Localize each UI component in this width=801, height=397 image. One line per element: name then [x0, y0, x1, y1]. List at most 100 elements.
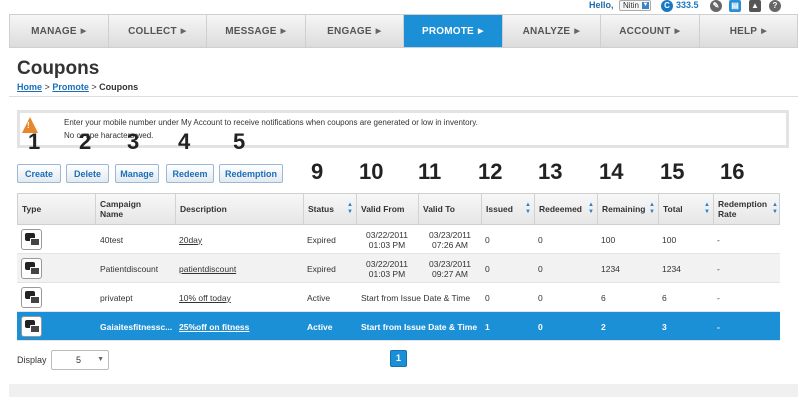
cell-issued: 0	[485, 292, 490, 303]
chevron-down-icon: ▼	[642, 2, 649, 9]
nav-help[interactable]: HELP ▶	[700, 15, 798, 47]
col-campaign-header[interactable]: Campaign Name	[96, 194, 176, 224]
print-icon[interactable]: ▤	[729, 0, 741, 12]
col-total-header[interactable]: Total ▲ ▼	[659, 194, 714, 224]
sort-icon[interactable]: ▲ ▼	[525, 202, 531, 216]
arrow-right-icon: ▶	[761, 28, 767, 35]
header-label: Remaining	[602, 204, 646, 214]
cell-valid-range: Start from Issue Date & Time	[361, 321, 478, 332]
header-label: Valid To	[423, 204, 455, 214]
sort-icon[interactable]: ▲ ▼	[588, 202, 594, 216]
nav-message[interactable]: MESSAGE ▶	[207, 15, 306, 47]
cell-description: 25%off on fitness	[179, 312, 249, 341]
nav-analyze-label: ANALYZE	[522, 25, 571, 37]
cell-issued: 0	[485, 234, 490, 245]
col-redemption-rate-header[interactable]: Redemption Rate ▲ ▼	[714, 194, 781, 224]
delete-button[interactable]: Delete	[66, 164, 109, 183]
sms-coupon-icon	[21, 287, 42, 308]
annotation-number: 13	[538, 159, 563, 184]
cell-redemption-rate: -	[717, 263, 720, 274]
table-row[interactable]: privatept 10% off today Active Start fro…	[17, 283, 780, 312]
nav-manage[interactable]: MANAGE ▶	[10, 15, 109, 47]
valid-to-time: 09:27 AM	[432, 268, 468, 279]
col-remaining-header[interactable]: Remaining ▲ ▼	[598, 194, 659, 224]
sort-icon[interactable]: ▲ ▼	[704, 202, 710, 216]
cell-status: Active	[307, 321, 333, 332]
page-size-select[interactable]: 5 ▼	[51, 350, 109, 370]
table-row-selected[interactable]: Gaiaitesfitnessc... 25%off on fitness Ac…	[17, 312, 780, 341]
cell-valid-from: 03/22/2011 01:03 PM	[359, 254, 415, 283]
cell-campaign: privatept	[100, 292, 133, 303]
cell-valid-to: 03/23/2011 07:26 AM	[421, 225, 479, 254]
cell-issued: 0	[485, 263, 490, 274]
description-link[interactable]: 20day	[179, 235, 202, 245]
nav-promote-label: PROMOTE	[421, 25, 474, 37]
breadcrumb: Home > Promote > Coupons	[17, 82, 138, 92]
cell-redeemed: 0	[538, 263, 543, 274]
header-label: Valid From	[361, 204, 405, 214]
cell-valid-from: 03/22/2011 01:03 PM	[359, 225, 415, 254]
nav-promote[interactable]: PROMOTE ▶	[404, 15, 503, 47]
cell-redemption-rate: -	[717, 321, 720, 332]
footer-strip	[9, 384, 798, 397]
annotation-number: 10	[359, 159, 384, 184]
manage-button[interactable]: Manage	[115, 164, 159, 183]
page-size-value: 5	[76, 355, 82, 365]
page-1-button[interactable]: 1	[390, 350, 407, 367]
create-button[interactable]: Create	[17, 164, 61, 183]
display-label: Display	[17, 355, 47, 365]
cell-status: Active	[307, 292, 331, 303]
sort-icon[interactable]: ▲ ▼	[772, 202, 778, 216]
cell-redemption-rate: -	[717, 292, 720, 303]
nav-collect-label: COLLECT	[128, 25, 177, 37]
annotation-number: 15	[660, 159, 685, 184]
header-label: Issued	[486, 204, 513, 214]
col-valid-to-header[interactable]: Valid To	[419, 194, 482, 224]
divider	[9, 96, 798, 97]
header-label: Total	[663, 204, 683, 214]
notice-message-line2: No or spe haracters wed.	[64, 131, 154, 140]
nav-account[interactable]: ACCOUNT ▶	[601, 15, 700, 47]
col-description-header[interactable]: Description	[176, 194, 304, 224]
cell-description: 20day	[179, 225, 202, 254]
cell-redeemed: 0	[538, 321, 543, 332]
description-link[interactable]: patientdiscount	[179, 264, 236, 274]
col-status-header[interactable]: Status ▲ ▼	[304, 194, 357, 224]
sort-icon[interactable]: ▲ ▼	[649, 202, 655, 216]
user-dropdown[interactable]: Nitin ▼	[619, 0, 651, 11]
table-row[interactable]: Patientdiscount patientdiscount Expired …	[17, 254, 780, 283]
graduation-cap-icon[interactable]: ▲	[749, 0, 761, 12]
breadcrumb-separator: >	[44, 82, 50, 92]
nav-engage[interactable]: ENGAGE ▶	[306, 15, 404, 47]
main-nav: MANAGE ▶ COLLECT ▶ MESSAGE ▶ ENGAGE ▶ PROMOT…	[9, 14, 798, 48]
col-issued-header[interactable]: Issued ▲ ▼	[482, 194, 535, 224]
col-valid-from-header[interactable]: Valid From	[357, 194, 419, 224]
nav-collect[interactable]: COLLECT ▶	[109, 15, 207, 47]
nav-manage-label: MANAGE	[31, 25, 77, 37]
arrow-right-icon: ▶	[80, 28, 87, 35]
description-link[interactable]: 10% off today	[179, 293, 231, 303]
description-link[interactable]: 25%off on fitness	[179, 322, 249, 332]
help-icon[interactable]: ?	[769, 0, 781, 12]
redeem-button[interactable]: Redeem	[166, 164, 214, 183]
redemption-button[interactable]: Redemption	[219, 164, 283, 183]
cell-total: 6	[662, 292, 667, 303]
nav-analyze[interactable]: ANALYZE ▶	[503, 15, 601, 47]
cell-campaign: Patientdiscount	[100, 263, 159, 274]
chat-icon[interactable]: ✎	[710, 0, 722, 12]
table-row[interactable]: 40test 20day Expired 03/22/2011 01:03 PM …	[17, 225, 780, 254]
breadcrumb-promote-link[interactable]: Promote	[52, 82, 89, 92]
col-redeemed-header[interactable]: Redeemed ▲ ▼	[535, 194, 598, 224]
breadcrumb-home-link[interactable]: Home	[17, 82, 42, 92]
arrow-right-icon: ▶	[180, 28, 187, 35]
valid-to-date: 03/23/2011	[429, 258, 471, 269]
cell-status: Expired	[307, 263, 336, 274]
sort-icon[interactable]: ▲ ▼	[347, 202, 353, 216]
header-label: Campaign Name	[100, 199, 142, 219]
col-type-header[interactable]: Type	[18, 194, 96, 224]
page-title: Coupons	[17, 58, 100, 79]
greeting-text: Hello,	[589, 0, 614, 10]
header-label: Redeemed	[539, 204, 582, 214]
cell-redeemed: 0	[538, 292, 543, 303]
cell-description: patientdiscount	[179, 254, 236, 283]
